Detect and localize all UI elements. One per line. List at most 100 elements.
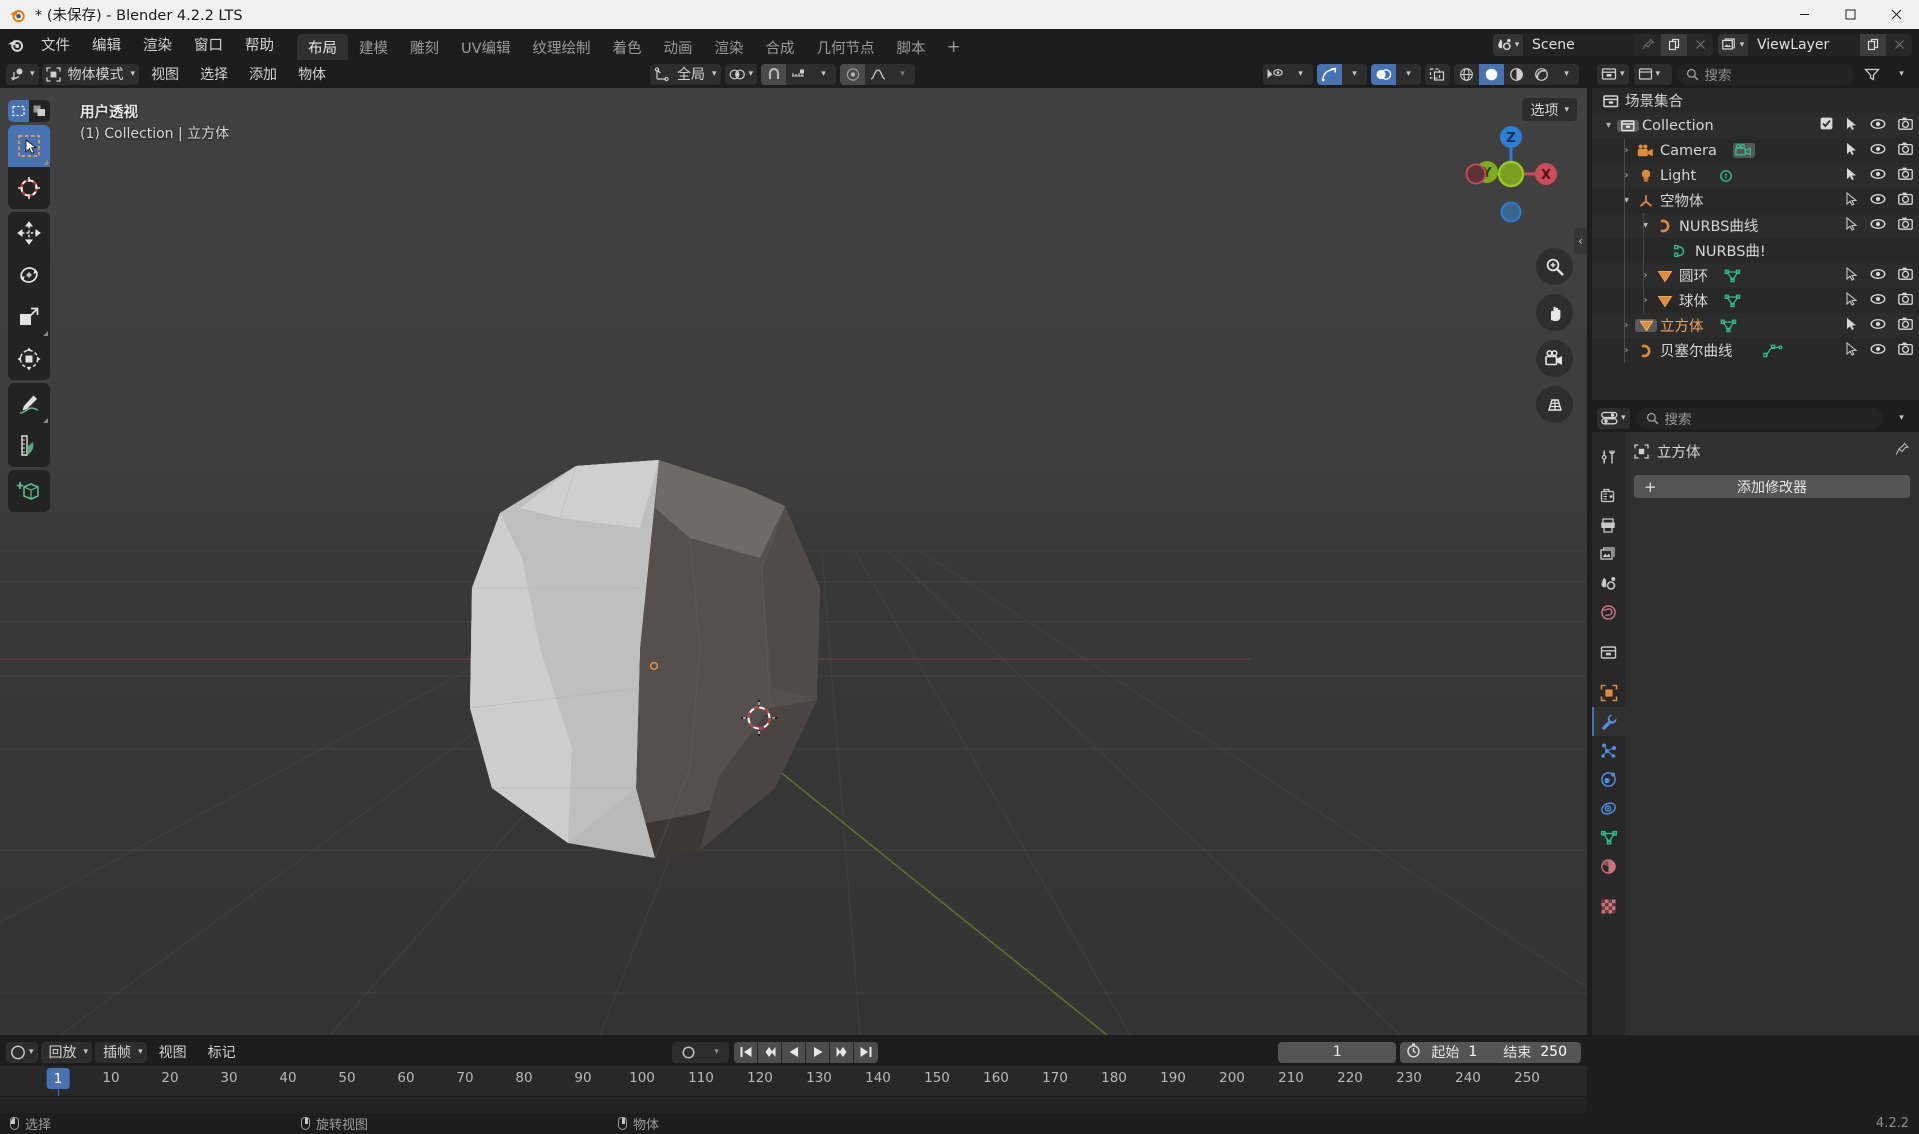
hide-viewport-eye-icon[interactable] (1870, 343, 1886, 359)
properties-tab-constraints[interactable] (1592, 794, 1625, 823)
remove-viewlayer-icon[interactable] (1886, 34, 1912, 56)
properties-tab-view-layer[interactable] (1592, 540, 1625, 569)
collection-checkbox[interactable] (1820, 117, 1833, 134)
snap-magnet-icon[interactable] (761, 64, 786, 85)
add-modifier-button[interactable]: + 添加修改器 (1634, 475, 1910, 498)
properties-tab-scene[interactable] (1592, 569, 1625, 598)
disclosure-triangle-down-icon[interactable]: ▾ (1618, 195, 1635, 206)
viewport-canvas[interactable]: 用户透视 (1) Collection | 立方体 (0, 88, 1587, 1035)
use-preview-range-icon[interactable] (1400, 1043, 1427, 1062)
disable-render-camera-icon[interactable] (1898, 117, 1913, 134)
timeline-ruler[interactable]: › 1 10 20 30 40 50 60 70 80 90 100 110 1… (0, 1066, 1587, 1096)
disable-render-camera-icon[interactable] (1898, 167, 1913, 184)
hide-viewport-eye-icon[interactable] (1870, 318, 1886, 334)
overlays-chevron-icon[interactable]: ▾ (1396, 64, 1421, 85)
outliner-editor-type-selector[interactable]: ▾ (1597, 64, 1629, 85)
auto-keyframe-record-icon[interactable] (672, 1042, 704, 1063)
outliner-search-input[interactable]: 搜索 (1677, 64, 1854, 85)
restrict-select-icon[interactable] (1845, 192, 1858, 210)
timeline-playhead[interactable]: 1 (47, 1068, 70, 1089)
properties-options-chevron-icon[interactable]: ▾ (1889, 408, 1914, 429)
end-frame-value[interactable]: 250 (1540, 1044, 1581, 1060)
tab-sculpting[interactable]: 雕刻 (399, 34, 450, 60)
auto-keying-chevron-icon[interactable]: ▾ (704, 1042, 729, 1063)
shading-solid-icon[interactable] (1479, 64, 1504, 85)
properties-search-input[interactable]: 搜索 (1636, 408, 1883, 429)
navigation-gizmo[interactable]: Z X Y (1461, 124, 1551, 214)
viewlayer-name[interactable]: ViewLayer (1748, 34, 1860, 56)
tool-cursor[interactable] (8, 167, 50, 209)
pin-id-icon[interactable] (1895, 442, 1910, 461)
outliner-row-nurbs-curve[interactable]: ▾ NURBS曲线 (1592, 213, 1919, 238)
properties-tab-output[interactable] (1592, 511, 1625, 540)
tab-geometry-nodes[interactable]: 几何节点 (806, 34, 886, 60)
tab-texture-paint[interactable]: 纹理绘制 (522, 34, 602, 60)
maximize-button[interactable] (1827, 0, 1873, 29)
keying-menu[interactable]: 插帧 ▾ (95, 1042, 147, 1063)
pivot-point-selector[interactable]: ▾ (725, 64, 758, 85)
timeline-editor-type-selector[interactable]: ▾ (6, 1042, 38, 1063)
editor-type-selector[interactable]: ▾ (6, 64, 39, 85)
tool-rotate[interactable] (8, 254, 50, 296)
scene-icon[interactable]: ▾ (1493, 34, 1523, 56)
restrict-select-icon[interactable] (1845, 117, 1858, 135)
tool-annotate[interactable] (8, 383, 50, 425)
properties-tab-data[interactable] (1592, 823, 1625, 852)
disable-render-camera-icon[interactable] (1898, 317, 1913, 334)
show-gizmo-icon[interactable] (1317, 64, 1342, 85)
bezier-data-icon[interactable] (1763, 344, 1783, 358)
tab-shading[interactable]: 着色 (602, 34, 653, 60)
disclosure-triangle-down-icon[interactable]: ▾ (1637, 220, 1654, 231)
tool-tweak-select-box[interactable] (8, 125, 50, 167)
tab-modeling[interactable]: 建模 (348, 34, 399, 60)
minimize-button[interactable] (1781, 0, 1827, 29)
falloff-chevron-icon[interactable]: ▾ (890, 64, 915, 85)
mesh-data-icon[interactable] (1724, 269, 1741, 283)
toggle-xray-icon[interactable] (1425, 64, 1450, 85)
unlink-scene-icon[interactable] (1687, 34, 1713, 56)
disable-render-camera-icon[interactable] (1898, 192, 1913, 209)
disable-render-camera-icon[interactable] (1898, 142, 1913, 159)
disclosure-triangle-right-icon[interactable]: › (1618, 145, 1635, 156)
hide-viewport-eye-icon[interactable] (1870, 143, 1886, 159)
viewlayer-selector[interactable]: ▾ ViewLayer (1718, 34, 1912, 56)
outliner-filter-icon[interactable] (1859, 64, 1884, 85)
start-frame-value[interactable]: 1 (1468, 1044, 1491, 1060)
interaction-mode-selector[interactable]: 物体模式 ▾ (42, 64, 140, 85)
previous-keyframe-button[interactable] (758, 1042, 782, 1063)
properties-tab-physics[interactable] (1592, 765, 1625, 794)
shading-rendered-icon[interactable] (1529, 64, 1554, 85)
playback-menu[interactable]: 回放 ▾ (41, 1042, 93, 1063)
hide-viewport-eye-icon[interactable] (1870, 268, 1886, 284)
hide-viewport-eye-icon[interactable] (1870, 218, 1886, 234)
tool-move[interactable] (8, 212, 50, 254)
next-keyframe-button[interactable] (830, 1042, 854, 1063)
scene-selector[interactable]: ▾ Scene (1493, 34, 1713, 56)
menu-object[interactable]: 物体 (289, 64, 335, 85)
mesh-data-icon[interactable] (1720, 319, 1737, 333)
disclosure-triangle-right-icon[interactable]: › (1637, 295, 1654, 306)
shading-chevron-icon[interactable]: ▾ (1554, 64, 1579, 85)
restrict-select-icon[interactable] (1845, 217, 1858, 235)
properties-tab-collection[interactable] (1592, 638, 1625, 667)
outliner-row-sphere[interactable]: › 球体 (1592, 288, 1919, 313)
play-button[interactable] (806, 1042, 830, 1063)
outliner-row-empty[interactable]: ▾ 空物体 (1592, 188, 1919, 213)
camera-data-icon[interactable] (1733, 143, 1755, 158)
viewlayer-icon[interactable]: ▾ (1718, 34, 1748, 56)
properties-tab-texture[interactable] (1592, 892, 1625, 921)
timeline-scrollbar-strip[interactable] (0, 1096, 1587, 1113)
restrict-select-icon[interactable] (1845, 342, 1858, 360)
disclosure-triangle-down-icon[interactable]: ▾ (1600, 120, 1617, 131)
add-workspace-button[interactable]: + (937, 34, 971, 60)
shading-material-preview-icon[interactable] (1504, 64, 1529, 85)
timeline-menu-marker[interactable]: 标记 (199, 1042, 245, 1063)
close-button[interactable] (1873, 0, 1919, 29)
disable-render-camera-icon[interactable] (1898, 217, 1913, 234)
new-viewlayer-icon[interactable] (1860, 34, 1886, 56)
menu-edit[interactable]: 编辑 (81, 29, 132, 60)
menu-help[interactable]: 帮助 (234, 29, 285, 60)
outliner-filter-chevron-icon[interactable]: ▾ (1889, 64, 1914, 85)
properties-tab-world[interactable] (1592, 598, 1625, 627)
tab-scripting[interactable]: 脚本 (886, 34, 937, 60)
